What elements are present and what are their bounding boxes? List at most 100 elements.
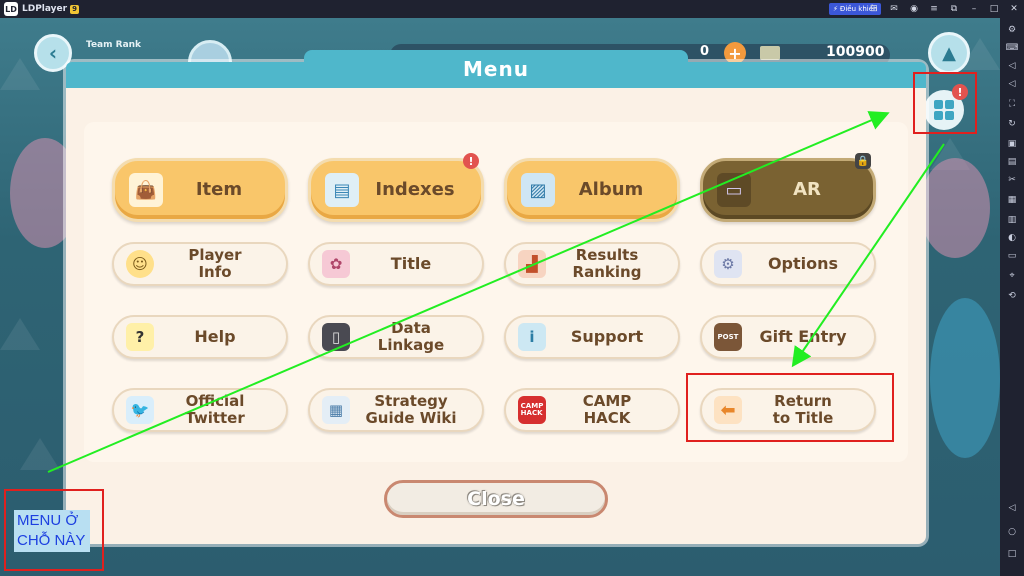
menu-dialog: Menu 👜 Item ▤ Indexes ! ▨ Album ▭ AR 🔒 ☺… <box>66 50 926 544</box>
sync-icon[interactable]: ▥ <box>1006 214 1018 226</box>
highlight-box-menu-icon <box>913 72 977 134</box>
shake-icon[interactable]: ⟲ <box>1006 290 1018 302</box>
ldplayer-logo-icon: LD <box>4 2 18 16</box>
menu-icon[interactable]: ≡ <box>928 3 940 15</box>
volume-up-icon[interactable]: ◁ <box>1006 60 1018 72</box>
emulator-titlebar: LD LDPlayer 9 ⚡ Điều khiển ⊞ ✉ ◉ ≡ ⧉ – □… <box>0 0 1024 18</box>
gift-entry-label: Gift Entry <box>759 326 847 346</box>
twitter-label-1: Official <box>185 391 245 410</box>
folder-icon[interactable]: ▭ <box>1006 250 1018 262</box>
mail-icon[interactable]: ✉ <box>888 3 900 15</box>
menu-title: Menu <box>304 50 688 88</box>
lightning-icon: ⚡ <box>833 5 838 13</box>
lock-icon: 🔒 <box>855 153 871 169</box>
strategy-label-1: Strategy <box>374 391 448 410</box>
screenshot-icon[interactable]: ▣ <box>1006 138 1018 150</box>
screen: LD LDPlayer 9 ⚡ Điều khiển ⊞ ✉ ◉ ≡ ⧉ – □… <box>0 0 1024 576</box>
player-info-label-2: Info <box>198 263 232 281</box>
location-icon[interactable]: ⌖ <box>1006 270 1018 282</box>
apk-icon[interactable]: ▦ <box>1006 194 1018 206</box>
bag-icon: 👜 <box>129 173 163 207</box>
restore-icon[interactable]: ⧉ <box>948 3 960 15</box>
results-label-1: Results <box>575 245 639 264</box>
annotation-line-2: CHỖ NÀY <box>17 532 86 549</box>
title-label: Title <box>390 253 432 273</box>
maximize-icon[interactable]: □ <box>988 3 1000 15</box>
camp-hack-label-1: CAMP <box>582 391 632 410</box>
podium-icon: ▟ <box>518 250 546 278</box>
title-emblem-icon: ✿ <box>322 250 350 278</box>
item-button[interactable]: 👜 Item <box>112 158 288 222</box>
close-button[interactable]: Close <box>384 480 608 518</box>
support-info-icon: i <box>518 323 546 351</box>
volume-down-icon[interactable]: ◁ <box>1006 78 1018 90</box>
add-currency-button[interactable]: + <box>724 42 746 64</box>
minimize-icon[interactable]: – <box>968 3 980 15</box>
official-twitter-button[interactable]: 🐦 Official Twitter <box>112 388 288 432</box>
annotation-line-1: MENU Ở <box>17 512 79 529</box>
macro-icon[interactable]: ◐ <box>1006 232 1018 244</box>
window-controls: ⊞ ✉ ◉ ≡ ⧉ – □ ✕ <box>868 0 1020 18</box>
record-icon[interactable]: ▤ <box>1006 156 1018 168</box>
home-icon[interactable]: ○ <box>1006 526 1018 538</box>
app-name: LDPlayer <box>22 4 68 14</box>
twitter-label-2: Twitter <box>185 409 245 427</box>
strategy-label-2: Guide Wiki <box>365 409 457 427</box>
rotate-icon[interactable]: ↻ <box>1006 118 1018 130</box>
camp-hack-label-2: HACK <box>583 409 631 427</box>
annotation-note: MENU Ở CHỖ NÀY <box>14 510 90 552</box>
ar-label: AR <box>793 178 821 200</box>
phones-link-icon: ▯ <box>322 323 350 351</box>
support-button[interactable]: i Support <box>504 315 680 359</box>
results-ranking-button[interactable]: ▟ Results Ranking <box>504 242 680 286</box>
gamepad-icon[interactable]: ⊞ <box>868 3 880 15</box>
document-icon: ▤ <box>325 173 359 207</box>
version-badge: 9 <box>70 4 80 14</box>
recents-icon[interactable]: □ <box>1006 548 1018 560</box>
account-icon[interactable]: ◉ <box>908 3 920 15</box>
data-linkage-label-1: Data <box>391 318 431 337</box>
gift-entry-button[interactable]: POST Gift Entry <box>700 315 876 359</box>
back-icon[interactable]: ◁ <box>1006 502 1018 514</box>
post-box-icon: POST <box>714 323 742 351</box>
twitter-bird-icon: 🐦 <box>126 396 154 424</box>
options-label: Options <box>767 253 839 273</box>
gears-icon: ⚙ <box>714 250 742 278</box>
player-info-label-1: Player <box>188 245 242 264</box>
help-sign-icon: ? <box>126 323 154 351</box>
results-label-2: Ranking <box>572 263 642 281</box>
player-info-button[interactable]: ☺ Player Info <box>112 242 288 286</box>
premium-currency: 0 <box>700 44 710 59</box>
fullscreen-icon[interactable]: ⛶ <box>1006 98 1018 110</box>
indexes-button[interactable]: ▤ Indexes ! <box>308 153 484 222</box>
strategy-guide-button[interactable]: ▦ Strategy Guide Wiki <box>308 388 484 432</box>
scissors-icon[interactable]: ✂ <box>1006 174 1018 186</box>
scroll-up-button[interactable]: ▲ <box>928 32 970 74</box>
background-character <box>920 158 990 258</box>
background-character <box>930 298 1000 458</box>
photo-icon: ▨ <box>521 173 555 207</box>
emulator-sidebar: ⚙ ⌨ ◁ ◁ ⛶ ↻ ▣ ▤ ✂ ▦ ▥ ◐ ▭ ⌖ ⟲ ◁ ○ □ <box>1000 18 1024 576</box>
camp-hack-logo-icon: CAMP HACK <box>518 396 546 424</box>
data-linkage-button[interactable]: ▯ Data Linkage <box>308 315 484 359</box>
player-face-icon: ☺ <box>126 250 154 278</box>
wiki-page-icon: ▦ <box>322 396 350 424</box>
keyboard-icon[interactable]: ⌨ <box>1006 42 1019 54</box>
album-label: Album <box>578 178 644 200</box>
help-button[interactable]: ? Help <box>112 315 288 359</box>
highlight-box-return <box>686 373 894 442</box>
coin-count: 100900 <box>826 44 885 60</box>
options-button[interactable]: ⚙ Options <box>700 242 876 286</box>
camp-hack-button[interactable]: CAMP HACK CAMP HACK <box>504 388 680 432</box>
title-button[interactable]: ✿ Title <box>308 242 484 286</box>
ar-button[interactable]: ▭ AR 🔒 <box>700 153 876 222</box>
item-label: Item <box>195 178 243 200</box>
alert-icon: ! <box>463 153 479 169</box>
settings-icon[interactable]: ⚙ <box>1006 24 1018 36</box>
support-label: Support <box>570 326 644 346</box>
team-rank-label: Team Rank <box>86 40 142 50</box>
album-button[interactable]: ▨ Album <box>504 158 680 222</box>
help-label: Help <box>194 326 236 346</box>
close-icon[interactable]: ✕ <box>1008 3 1020 15</box>
ticket-icon <box>760 46 780 60</box>
